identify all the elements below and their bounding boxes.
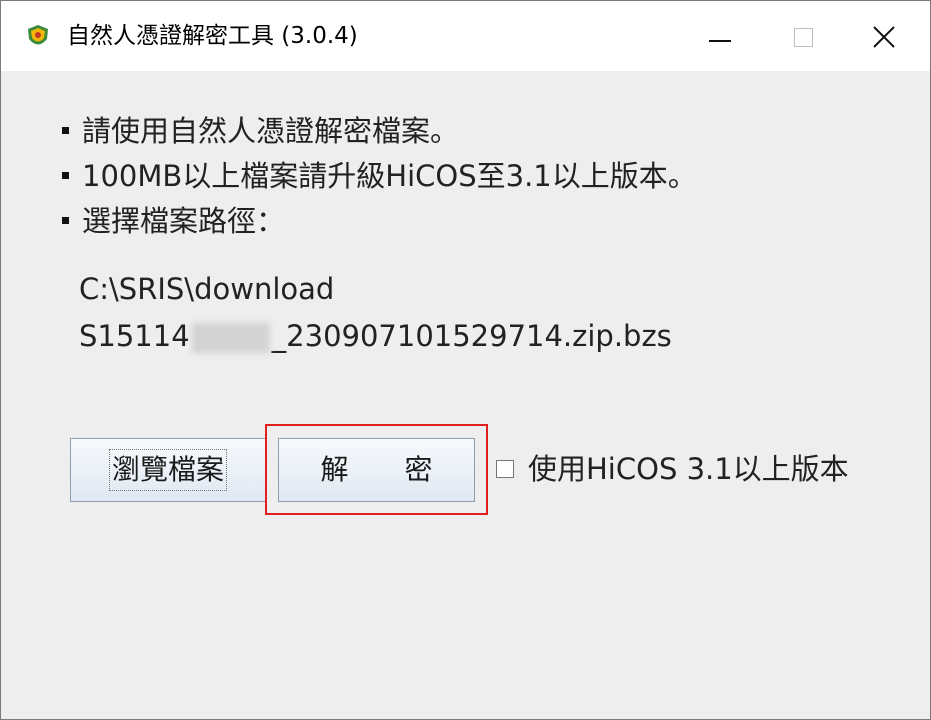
window-title: 自然人憑證解密工具 (3.0.4) <box>67 23 358 49</box>
minimize-button[interactable] <box>687 1 753 71</box>
decrypt-label-char-2: 密 <box>404 453 433 486</box>
file-name: S15114 _230907101529714.zip.bzs <box>79 317 672 355</box>
instruction-line: 100MB以上檔案請升級HiCOS至3.1以上版本。 <box>82 159 697 193</box>
bullet-marker <box>62 127 69 134</box>
minimize-icon <box>709 40 731 42</box>
title-bar[interactable]: 自然人憑證解密工具 (3.0.4) <box>1 1 930 71</box>
bullet-marker <box>62 217 69 224</box>
decrypt-button[interactable]: 解密 <box>278 438 475 502</box>
file-directory: C:\SRIS\download <box>79 272 335 306</box>
close-icon <box>873 26 895 48</box>
hicos-checkbox[interactable] <box>496 460 514 478</box>
file-name-prefix: S15114 <box>79 319 190 353</box>
maximize-button[interactable] <box>771 1 837 71</box>
close-button[interactable] <box>851 1 917 71</box>
maximize-icon <box>794 28 813 47</box>
hicos-checkbox-label[interactable]: 使用HiCOS 3.1以上版本 <box>528 450 849 488</box>
browse-files-button[interactable]: 瀏覽檔案 <box>70 438 266 502</box>
bullet-marker <box>62 172 69 179</box>
app-window: 自然人憑證解密工具 (3.0.4) 請使用自然人憑證解密檔案。 100MB以上檔… <box>0 0 931 720</box>
decrypt-label-char-1: 解 <box>320 453 349 486</box>
instruction-line: 請使用自然人憑證解密檔案。 <box>82 114 460 148</box>
file-name-suffix: _230907101529714.zip.bzs <box>271 319 672 353</box>
instruction-line: 選擇檔案路徑： <box>82 204 286 238</box>
app-shield-icon <box>25 23 51 51</box>
browse-files-label: 瀏覽檔案 <box>108 449 227 491</box>
redacted-region <box>191 323 270 353</box>
